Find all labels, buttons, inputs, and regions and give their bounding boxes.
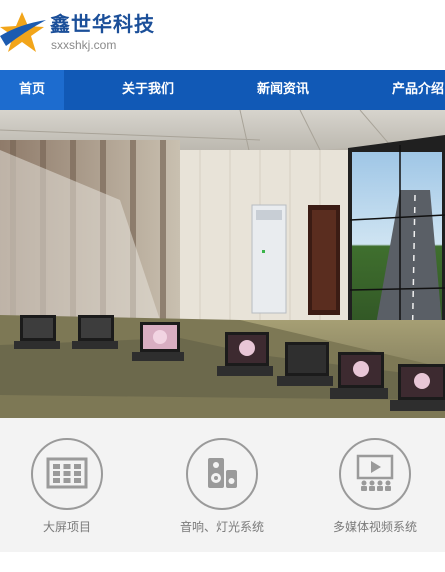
site-header: 鑫世华科技 sxxshkj.com [0, 0, 445, 70]
nav-item-home[interactable]: 首页 [0, 70, 64, 110]
feature-row: 大屏项目 音响、灯光系统 多媒体视频系统 [0, 418, 445, 552]
star-logo-icon[interactable] [0, 6, 48, 56]
multimedia-icon [339, 438, 411, 510]
brand-title[interactable]: 鑫世华科技 [50, 8, 155, 37]
main-nav: 首页 关于我们 新闻资讯 产品介绍 [0, 70, 445, 110]
feature-audio-lighting[interactable]: 音响、灯光系统 [152, 438, 292, 535]
feature-multimedia[interactable]: 多媒体视频系统 [305, 438, 445, 535]
video-wall-icon [31, 438, 103, 510]
page-bottom [0, 552, 445, 572]
brand-domain: sxxshkj.com [51, 38, 117, 52]
hero-banner[interactable] [0, 110, 445, 418]
feature-label-video-wall: 大屏项目 [42, 520, 91, 534]
feature-label-multimedia: 多媒体视频系统 [332, 520, 417, 534]
nav-item-news[interactable]: 新闻资讯 [257, 70, 309, 110]
nav-item-products[interactable]: 产品介绍 [392, 70, 444, 110]
nav-item-about[interactable]: 关于我们 [122, 70, 174, 110]
speaker-icon [186, 438, 258, 510]
feature-label-audio-lighting: 音响、灯光系统 [179, 520, 264, 534]
feature-video-wall[interactable]: 大屏项目 [0, 438, 137, 535]
